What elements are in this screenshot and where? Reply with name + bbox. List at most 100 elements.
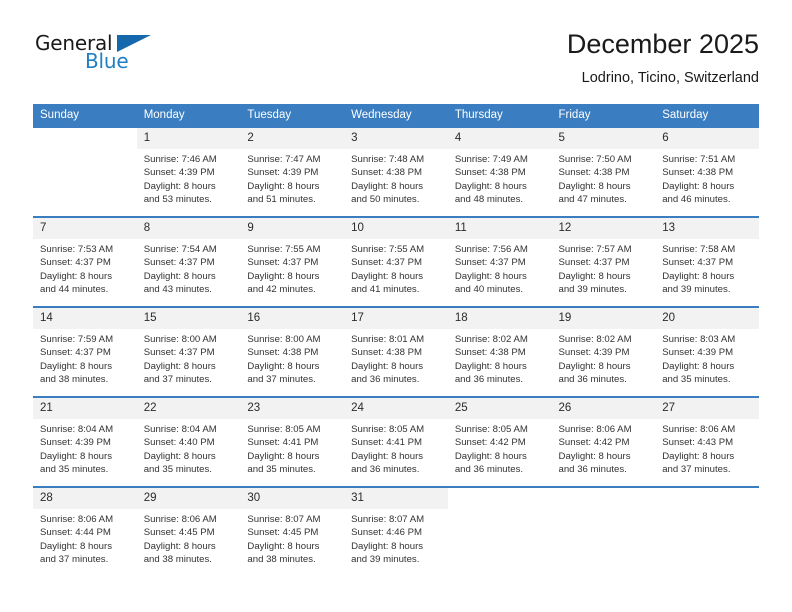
- day-number: 21: [33, 398, 137, 419]
- day-sun-info: Sunrise: 8:05 AM Sunset: 4:41 PM Dayligh…: [351, 424, 425, 476]
- day-number: 22: [136, 398, 241, 419]
- day-sun-info: Sunrise: 8:06 AM Sunset: 4:42 PM Dayligh…: [558, 424, 632, 476]
- day-sun-info: Sunrise: 8:02 AM Sunset: 4:39 PM Dayligh…: [558, 334, 632, 386]
- weekday-header-sunday: Sunday: [33, 104, 137, 127]
- day-number: 15: [136, 308, 241, 329]
- calendar-day-cell[interactable]: 10 Sunrise: 7:55 AM Sunset: 4:37 PM Dayli…: [344, 218, 448, 306]
- day-sun-info: Sunrise: 7:47 AM Sunset: 4:39 PM Dayligh…: [247, 154, 321, 206]
- calendar-header-row: Sunday Monday Tuesday Wednesday Thursday Frid…: [33, 104, 759, 127]
- day-sun-info: Sunrise: 8:00 AM Sunset: 4:37 PM Dayligh…: [143, 334, 217, 386]
- calendar-day-cell[interactable]: 27 Sunrise: 8:06 AM Sunset: 4:43 PM Dayli…: [655, 398, 759, 486]
- calendar-week-row: 28 Sunrise: 8:06 AM Sunset: 4:44 PM Dayli…: [33, 486, 759, 576]
- day-sun-info: Sunrise: 7:49 AM Sunset: 4:38 PM Dayligh…: [454, 154, 528, 206]
- day-sun-info: Sunrise: 7:55 AM Sunset: 4:37 PM Dayligh…: [351, 244, 425, 296]
- day-number: 13: [655, 218, 759, 239]
- calendar-week-row: 21 Sunrise: 8:04 AM Sunset: 4:39 PM Dayli…: [33, 396, 759, 487]
- day-number: 18: [447, 308, 552, 329]
- logo-text-blue: Blue: [85, 49, 129, 73]
- weekday-header-wednesday: Wednesday: [344, 104, 448, 127]
- day-number: 3: [344, 128, 448, 149]
- day-sun-info: Sunrise: 8:05 AM Sunset: 4:42 PM Dayligh…: [454, 424, 528, 476]
- day-sun-info: [552, 509, 656, 513]
- day-sun-info: [448, 509, 552, 513]
- page-subtitle: Lodrino, Ticino, Switzerland: [581, 70, 759, 86]
- calendar-day-cell[interactable]: 30 Sunrise: 8:07 AM Sunset: 4:45 PM Dayli…: [240, 488, 345, 576]
- general-blue-logo[interactable]: General Blue: [33, 32, 163, 84]
- weekday-header-friday: Friday: [551, 104, 656, 127]
- calendar-day-cell[interactable]: 1 Sunrise: 7:46 AM Sunset: 4:39 PM Daylig…: [136, 128, 241, 216]
- day-number: 14: [33, 308, 137, 329]
- day-sun-info: Sunrise: 8:07 AM Sunset: 4:46 PM Dayligh…: [351, 514, 425, 566]
- calendar-day-cell[interactable]: 16 Sunrise: 8:00 AM Sunset: 4:38 PM Dayli…: [240, 308, 345, 396]
- day-sun-info: Sunrise: 7:54 AM Sunset: 4:37 PM Dayligh…: [143, 244, 217, 296]
- day-number: 10: [344, 218, 448, 239]
- calendar-day-cell[interactable]: 7 Sunrise: 7:53 AM Sunset: 4:37 PM Daylig…: [33, 218, 137, 306]
- day-sun-info: Sunrise: 7:55 AM Sunset: 4:37 PM Dayligh…: [247, 244, 321, 296]
- calendar-day-cell[interactable]: 28 Sunrise: 8:06 AM Sunset: 4:44 PM Dayli…: [33, 488, 137, 576]
- calendar-day-cell[interactable]: 22 Sunrise: 8:04 AM Sunset: 4:40 PM Dayli…: [136, 398, 241, 486]
- day-number: 2: [240, 128, 345, 149]
- calendar-day-cell[interactable]: 14 Sunrise: 7:59 AM Sunset: 4:37 PM Dayli…: [33, 308, 137, 396]
- calendar-day-cell-empty: [447, 488, 552, 576]
- calendar-day-cell[interactable]: 23 Sunrise: 8:05 AM Sunset: 4:41 PM Dayli…: [240, 398, 345, 486]
- calendar-day-cell[interactable]: 3 Sunrise: 7:48 AM Sunset: 4:38 PM Daylig…: [344, 128, 448, 216]
- day-sun-info: Sunrise: 7:59 AM Sunset: 4:37 PM Dayligh…: [40, 334, 114, 386]
- calendar-day-cell[interactable]: 25 Sunrise: 8:05 AM Sunset: 4:42 PM Dayli…: [447, 398, 552, 486]
- day-sun-info: Sunrise: 7:51 AM Sunset: 4:38 PM Dayligh…: [662, 154, 736, 206]
- day-sun-info: Sunrise: 7:57 AM Sunset: 4:37 PM Dayligh…: [558, 244, 632, 296]
- calendar-day-cell-empty: [33, 128, 137, 216]
- day-number: 5: [551, 128, 656, 149]
- calendar-day-cell[interactable]: 20 Sunrise: 8:03 AM Sunset: 4:39 PM Dayli…: [655, 308, 759, 396]
- day-number: 24: [344, 398, 448, 419]
- weekday-header-thursday: Thursday: [447, 104, 552, 127]
- day-sun-info: Sunrise: 7:48 AM Sunset: 4:38 PM Dayligh…: [351, 154, 425, 206]
- calendar-day-cell[interactable]: 26 Sunrise: 8:06 AM Sunset: 4:42 PM Dayli…: [551, 398, 656, 486]
- calendar-day-cell[interactable]: 8 Sunrise: 7:54 AM Sunset: 4:37 PM Daylig…: [136, 218, 241, 306]
- day-sun-info: Sunrise: 8:03 AM Sunset: 4:39 PM Dayligh…: [662, 334, 736, 386]
- weekday-header: Sunday Monday Tuesday Wednesday Thursday Frid…: [33, 104, 759, 127]
- calendar-day-cell[interactable]: 15 Sunrise: 8:00 AM Sunset: 4:37 PM Dayli…: [136, 308, 241, 396]
- day-sun-info: Sunrise: 8:06 AM Sunset: 4:44 PM Dayligh…: [40, 514, 114, 566]
- calendar-day-cell[interactable]: 4 Sunrise: 7:49 AM Sunset: 4:38 PM Daylig…: [447, 128, 552, 216]
- day-sun-info: Sunrise: 8:04 AM Sunset: 4:40 PM Dayligh…: [143, 424, 217, 476]
- calendar-day-cell[interactable]: 6 Sunrise: 7:51 AM Sunset: 4:38 PM Daylig…: [655, 128, 759, 216]
- calendar-day-cell[interactable]: 31 Sunrise: 8:07 AM Sunset: 4:46 PM Dayli…: [344, 488, 448, 576]
- day-number: 16: [240, 308, 345, 329]
- day-number: 19: [551, 308, 656, 329]
- calendar-day-cell[interactable]: 18 Sunrise: 8:02 AM Sunset: 4:38 PM Dayli…: [447, 308, 552, 396]
- day-sun-info: Sunrise: 8:06 AM Sunset: 4:45 PM Dayligh…: [143, 514, 217, 566]
- calendar-day-cell[interactable]: 21 Sunrise: 8:04 AM Sunset: 4:39 PM Dayli…: [33, 398, 137, 486]
- day-number: 1: [136, 128, 241, 149]
- calendar-day-cell[interactable]: 11 Sunrise: 7:56 AM Sunset: 4:37 PM Dayli…: [447, 218, 552, 306]
- calendar-page: General Blue December 2025 Lodrino, Tici…: [0, 0, 792, 612]
- day-number: [551, 488, 656, 509]
- day-number: 25: [447, 398, 552, 419]
- day-number: 12: [551, 218, 656, 239]
- calendar-day-cell[interactable]: 9 Sunrise: 7:55 AM Sunset: 4:37 PM Daylig…: [240, 218, 345, 306]
- day-number: 29: [136, 488, 241, 509]
- day-number: 23: [240, 398, 345, 419]
- day-number: 6: [655, 128, 759, 149]
- day-number: 8: [136, 218, 241, 239]
- day-number: [33, 128, 137, 149]
- calendar-day-cell[interactable]: 13 Sunrise: 7:58 AM Sunset: 4:37 PM Dayli…: [655, 218, 759, 306]
- calendar-day-cell[interactable]: 2 Sunrise: 7:47 AM Sunset: 4:39 PM Daylig…: [240, 128, 345, 216]
- day-number: [655, 488, 759, 509]
- title-block: December 2025 Lodrino, Ticino, Switzerla…: [567, 28, 759, 88]
- calendar-day-cell[interactable]: 19 Sunrise: 8:02 AM Sunset: 4:39 PM Dayli…: [551, 308, 656, 396]
- day-sun-info: Sunrise: 8:04 AM Sunset: 4:39 PM Dayligh…: [40, 424, 114, 476]
- calendar-day-cell[interactable]: 29 Sunrise: 8:06 AM Sunset: 4:45 PM Dayli…: [136, 488, 241, 576]
- page-header: General Blue December 2025 Lodrino, Tici…: [33, 28, 759, 98]
- calendar-day-cell[interactable]: 12 Sunrise: 7:57 AM Sunset: 4:37 PM Dayli…: [551, 218, 656, 306]
- calendar-day-cell[interactable]: 24 Sunrise: 8:05 AM Sunset: 4:41 PM Dayli…: [344, 398, 448, 486]
- calendar-day-cell[interactable]: 17 Sunrise: 8:01 AM Sunset: 4:38 PM Dayli…: [344, 308, 448, 396]
- day-sun-info: Sunrise: 8:07 AM Sunset: 4:45 PM Dayligh…: [247, 514, 321, 566]
- day-sun-info: Sunrise: 8:05 AM Sunset: 4:41 PM Dayligh…: [247, 424, 321, 476]
- day-number: 11: [447, 218, 552, 239]
- day-sun-info: Sunrise: 7:50 AM Sunset: 4:38 PM Dayligh…: [558, 154, 632, 206]
- weekday-header-tuesday: Tuesday: [240, 104, 345, 127]
- day-sun-info: [33, 149, 137, 153]
- calendar-day-cell[interactable]: 5 Sunrise: 7:50 AM Sunset: 4:38 PM Daylig…: [551, 128, 656, 216]
- day-sun-info: Sunrise: 7:56 AM Sunset: 4:37 PM Dayligh…: [454, 244, 528, 296]
- calendar-grid: Sunday Monday Tuesday Wednesday Thursday Frid…: [33, 104, 759, 576]
